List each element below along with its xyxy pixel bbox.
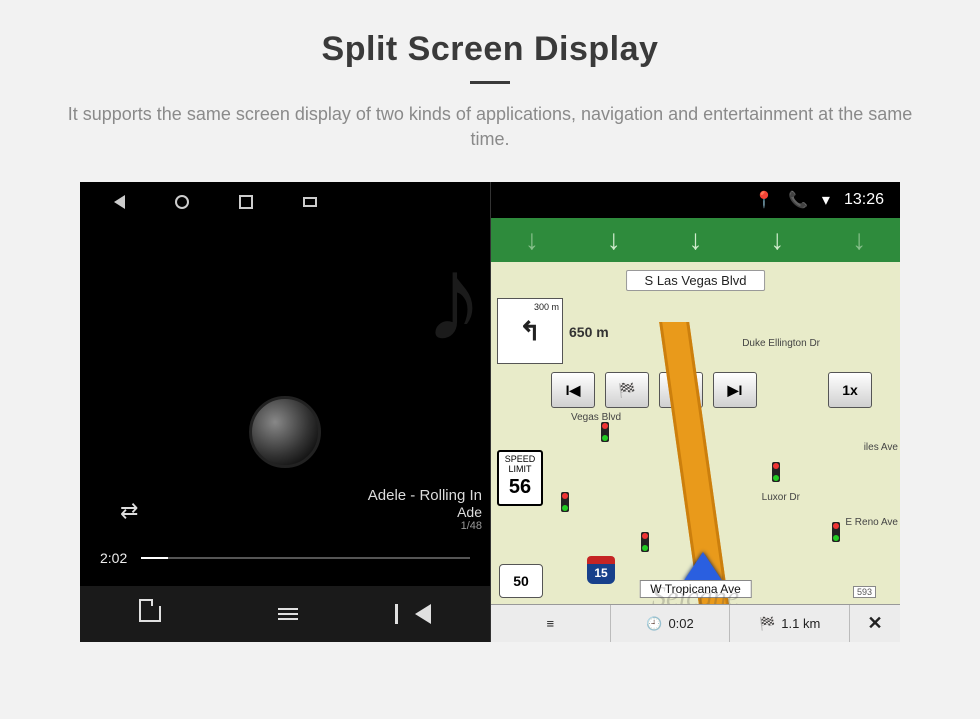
android-nav-bar bbox=[80, 182, 490, 222]
progress-row: 2:02 bbox=[100, 550, 470, 566]
sim-media-controls: I◀ 🏁 ❚❚ ▶I bbox=[551, 372, 757, 408]
previous-icon[interactable] bbox=[415, 604, 431, 624]
page-subtitle: It supports the same screen display of t… bbox=[0, 102, 980, 152]
speed-limit-sign: SPEED LIMIT 56 bbox=[497, 450, 543, 506]
lane-arrow-icon: ↓ bbox=[525, 224, 539, 256]
speed-limit-label: SPEED LIMIT bbox=[499, 455, 541, 475]
vehicle-marker-icon bbox=[683, 552, 723, 582]
shuffle-button[interactable]: ⇄ bbox=[120, 498, 138, 524]
speed-limit-value: 56 bbox=[499, 476, 541, 498]
music-pane: ♪ ⇄ Adele - Rolling In Ade 1/48 2:02 bbox=[80, 182, 490, 642]
location-icon: 📍 bbox=[754, 190, 774, 210]
turn-instruction: ↰ 300 m bbox=[497, 298, 563, 364]
street-label: Luxor Dr bbox=[762, 492, 800, 503]
clock: 13:26 bbox=[844, 191, 884, 209]
progress-bar[interactable] bbox=[141, 557, 470, 559]
traffic-light-icon bbox=[832, 522, 840, 542]
route-tag: 593 bbox=[853, 586, 876, 598]
music-bottom-bar bbox=[80, 586, 490, 642]
sim-flag-button[interactable]: 🏁 bbox=[605, 372, 649, 408]
playlist-icon[interactable] bbox=[278, 608, 298, 620]
menu-button[interactable]: ≡ bbox=[491, 605, 611, 642]
close-icon: ✕ bbox=[867, 613, 882, 634]
finish-flag-icon: 🏁 bbox=[759, 616, 775, 632]
street-label-top: S Las Vegas Blvd bbox=[626, 270, 766, 291]
highway-shield: 50 bbox=[499, 564, 543, 598]
track-title: Adele - Rolling In bbox=[368, 487, 482, 504]
elapsed-time: 2:02 bbox=[100, 550, 127, 566]
menu-icon: ≡ bbox=[547, 616, 555, 631]
turn-arrow-icon: ↰ bbox=[519, 316, 541, 347]
nav-bottom-bar: ≡ 🕘 0:02 🏁 1.1 km ✕ bbox=[491, 604, 900, 642]
sim-prev-button[interactable]: I◀ bbox=[551, 372, 595, 408]
home-icon[interactable] bbox=[175, 195, 189, 209]
street-label: E Reno Ave bbox=[845, 517, 898, 528]
sim-speed-button[interactable]: 1x bbox=[828, 372, 872, 408]
turn-sub-distance: 300 m bbox=[534, 302, 559, 312]
title-underline bbox=[470, 81, 510, 84]
lane-arrow-icon: ↓ bbox=[688, 224, 702, 256]
remaining-segment[interactable]: 🏁 1.1 km bbox=[730, 605, 850, 642]
page-title: Split Screen Display bbox=[0, 0, 980, 69]
street-label: Duke Ellington Dr bbox=[742, 338, 820, 349]
album-area: ♪ bbox=[80, 222, 490, 642]
screenshot-icon[interactable] bbox=[303, 197, 317, 207]
traffic-light-icon bbox=[561, 492, 569, 512]
album-disc[interactable] bbox=[249, 396, 321, 468]
phone-icon: 📞 bbox=[788, 190, 808, 210]
sim-next-button[interactable]: ▶I bbox=[713, 372, 757, 408]
recents-icon[interactable] bbox=[239, 195, 253, 209]
interstate-shield: 15 bbox=[587, 556, 615, 584]
navigation-pane: 📍 📞 ▾ 13:26 ↓ ↓ ↓ ↓ ↓ S Las Vegas Blvd ↰… bbox=[490, 182, 900, 642]
clock-icon: 🕘 bbox=[646, 616, 662, 632]
music-note-icon: ♪ bbox=[424, 230, 484, 368]
eta-time: 0:02 bbox=[668, 616, 693, 631]
lane-arrow-icon: ↓ bbox=[607, 224, 621, 256]
map-canvas[interactable]: S Las Vegas Blvd ↰ 300 m 650 m I◀ 🏁 ❚❚ ▶… bbox=[491, 262, 900, 642]
back-icon[interactable] bbox=[114, 195, 125, 209]
close-button[interactable]: ✕ bbox=[850, 605, 900, 642]
track-artist: Ade bbox=[368, 504, 482, 520]
traffic-light-icon bbox=[641, 532, 649, 552]
remaining-distance: 1.1 km bbox=[781, 616, 820, 631]
street-label: Vegas Blvd bbox=[571, 412, 621, 423]
lane-arrow-icon: ↓ bbox=[852, 224, 866, 256]
track-meta: Adele - Rolling In Ade 1/48 bbox=[368, 487, 482, 532]
lane-arrow-icon: ↓ bbox=[770, 224, 784, 256]
lane-guidance-bar: ↓ ↓ ↓ ↓ ↓ bbox=[491, 218, 900, 262]
folder-icon[interactable] bbox=[139, 606, 161, 622]
device-screenshot: ♪ ⇄ Adele - Rolling In Ade 1/48 2:02 📍 📞… bbox=[80, 182, 900, 642]
eta-segment[interactable]: 🕘 0:02 bbox=[611, 605, 731, 642]
street-label: iles Ave bbox=[864, 442, 898, 453]
traffic-light-icon bbox=[772, 462, 780, 482]
track-index: 1/48 bbox=[368, 520, 482, 532]
next-turn-distance: 650 m bbox=[569, 324, 609, 340]
status-bar: 📍 📞 ▾ 13:26 bbox=[491, 182, 900, 218]
traffic-light-icon bbox=[601, 422, 609, 442]
wifi-icon: ▾ bbox=[822, 190, 830, 210]
